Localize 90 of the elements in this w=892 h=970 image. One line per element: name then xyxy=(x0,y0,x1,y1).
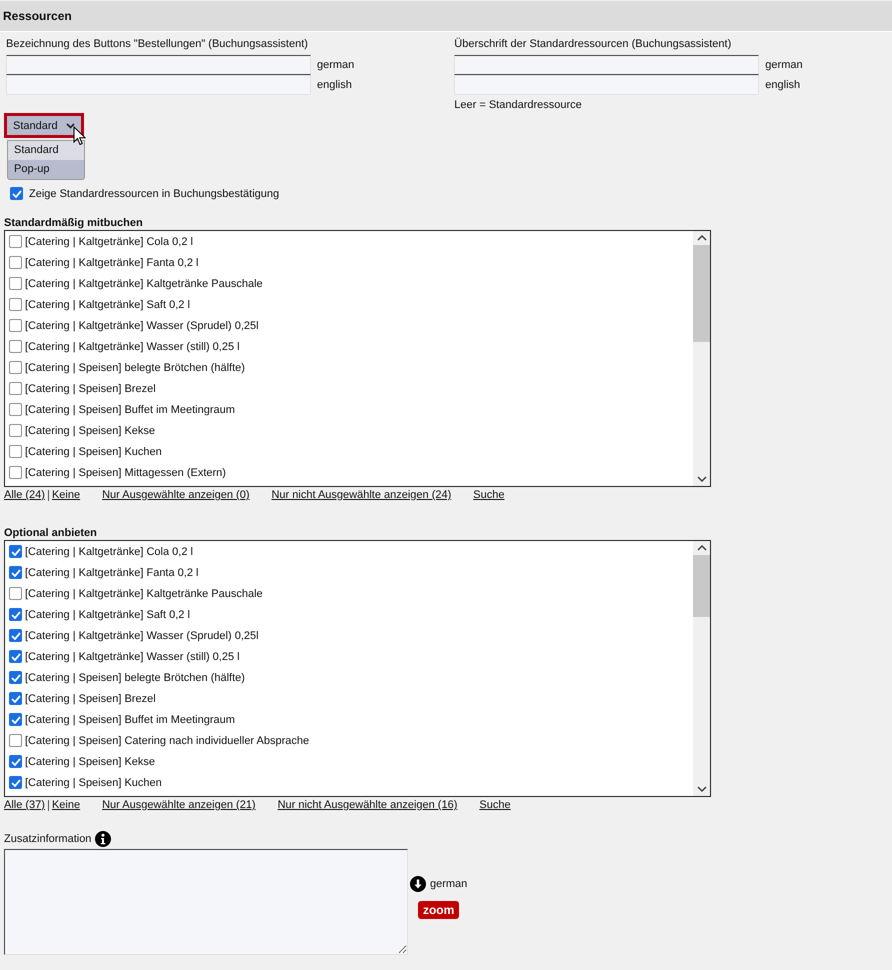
item-label: [Catering | Kaltgetränke] Saft 0,2 l xyxy=(25,608,190,620)
scroll-down-icon[interactable] xyxy=(696,786,706,792)
scroll-up-icon[interactable] xyxy=(696,235,706,241)
text-field[interactable] xyxy=(6,55,311,75)
arrow-down-icon[interactable] xyxy=(410,876,426,892)
scrollbar-thumb[interactable] xyxy=(693,555,710,617)
checkbox[interactable] xyxy=(9,319,22,332)
language-label: german xyxy=(765,59,803,71)
select-none-link[interactable]: Keine xyxy=(52,799,80,811)
scroll-down-icon[interactable] xyxy=(696,476,706,482)
checkbox[interactable] xyxy=(9,608,22,621)
checkbox[interactable] xyxy=(9,629,22,642)
item-label: [Catering | Kaltgetränke] Kaltgetränke Pauschale xyxy=(25,588,263,600)
item-label: [Catering | Speisen] Buffet im Meetingraum xyxy=(25,714,235,726)
item-label: [Catering | Speisen] belegte Brötchen (hälfte) xyxy=(25,362,245,374)
checkbox[interactable] xyxy=(9,445,22,458)
checkbox[interactable] xyxy=(9,424,22,437)
show-unselected-link[interactable]: Nur nicht Ausgewählte anzeigen (24) xyxy=(271,489,452,501)
search-link[interactable]: Suche xyxy=(473,489,504,501)
item-label: [Catering | Speisen] belegte Brötchen (hälfte) xyxy=(25,672,245,684)
item-label: [Catering | Kaltgetränke] Wasser (Sprudel) 0,25l xyxy=(25,320,259,332)
checkbox[interactable] xyxy=(9,671,22,684)
display-dropdown[interactable]: Standard xyxy=(4,113,84,138)
item-label: [Catering | Kaltgetränke] Wasser (Sprudel) 0,25l xyxy=(25,630,259,642)
checkbox[interactable] xyxy=(9,382,22,395)
item-label: [Catering | Kaltgetränke] Saft 0,2 l xyxy=(25,298,190,310)
field-label: Überschrift der Standardressourcen (Buchungsassistent) xyxy=(454,37,732,51)
checkbox[interactable] xyxy=(9,235,22,248)
checkbox[interactable] xyxy=(9,545,22,558)
checkbox[interactable] xyxy=(9,587,22,600)
hint-text: Leer = Standardressource xyxy=(454,99,583,111)
checkbox-label: Zeige Standardressourcen in Buchungsbestätigung xyxy=(29,188,280,200)
language-label: german xyxy=(430,878,468,890)
show-selected-link[interactable]: Nur Ausgewählte anzeigen (0) xyxy=(102,489,250,501)
checkbox[interactable] xyxy=(9,755,22,768)
zoom-button[interactable]: zoom xyxy=(418,900,460,918)
scrollbar[interactable] xyxy=(693,541,710,796)
show-selected-link[interactable]: Nur Ausgewählte anzeigen (21) xyxy=(102,799,256,811)
item-label: [Catering | Speisen] Kuchen xyxy=(25,776,162,788)
checkbox[interactable] xyxy=(9,256,22,269)
select-all-link[interactable]: Alle (37) xyxy=(4,799,45,811)
select-none-link[interactable]: Keine xyxy=(52,489,80,501)
checkbox[interactable] xyxy=(9,361,22,374)
item-label: [Catering | Speisen] Mittagessen (Extern) xyxy=(25,466,226,478)
item-label: [Catering | Kaltgetränke] Wasser (still) 0,25 l xyxy=(25,340,240,352)
item-label: [Catering | Speisen] Catering nach individueller Absprache xyxy=(25,734,310,746)
checkbox[interactable] xyxy=(10,187,23,200)
checkbox[interactable] xyxy=(9,466,22,479)
dropdown-option[interactable]: Standard xyxy=(8,141,84,160)
item-label: [Catering | Speisen] Brezel xyxy=(25,382,156,394)
checkbox[interactable] xyxy=(9,776,22,789)
scrollbar[interactable] xyxy=(693,231,710,486)
item-label: [Catering | Kaltgetränke] Cola 0,2 l xyxy=(25,546,193,558)
item-label: [Catering | Speisen] Kekse xyxy=(25,424,156,436)
checkbox[interactable] xyxy=(9,734,22,747)
field-label: Bezeichnung des Buttons "Bestellungen" (Buchungsassistent) xyxy=(6,37,309,51)
checkbox[interactable] xyxy=(9,650,22,663)
search-link[interactable]: Suche xyxy=(479,799,511,811)
item-label: [Catering | Kaltgetränke] Wasser (still) 0,25 l xyxy=(25,650,240,662)
section-title: Ressourcen xyxy=(3,9,72,23)
scrollbar-thumb[interactable] xyxy=(693,245,710,342)
language-label: english xyxy=(765,79,800,91)
item-label: [Catering | Speisen] Kuchen xyxy=(25,446,162,458)
caret-icon xyxy=(66,122,75,128)
checkbox[interactable] xyxy=(9,566,22,579)
language-label: english xyxy=(317,79,352,91)
text-field[interactable] xyxy=(454,55,760,75)
checkbox[interactable] xyxy=(9,298,22,311)
dropdown-option[interactable]: Pop-up xyxy=(8,160,84,179)
checkbox[interactable] xyxy=(9,713,22,726)
field-label: Zusatzinformation xyxy=(4,833,92,845)
item-label: [Catering | Kaltgetränke] Kaltgetränke Pauschale xyxy=(25,278,263,290)
mouse-pointer-icon xyxy=(73,126,86,146)
scroll-up-icon[interactable] xyxy=(696,545,706,551)
list-title: Optional anbieten xyxy=(4,527,98,540)
checkbox[interactable] xyxy=(9,340,22,353)
info-icon[interactable] xyxy=(95,831,112,847)
checkbox[interactable] xyxy=(9,277,22,290)
item-label: [Catering | Speisen] Buffet im Meetingraum xyxy=(25,404,235,416)
item-label: [Catering | Kaltgetränke] Cola 0,2 l xyxy=(25,236,193,248)
list-title: Standardmäßig mitbuchen xyxy=(4,217,144,230)
item-label: [Catering | Speisen] Brezel xyxy=(25,692,156,704)
language-label: german xyxy=(317,59,354,71)
item-label: [Catering | Speisen] Kekse xyxy=(25,756,156,768)
checkbox[interactable] xyxy=(9,692,22,705)
item-label: [Catering | Kaltgetränke] Fanta 0,2 l xyxy=(25,256,198,268)
show-unselected-link[interactable]: Nur nicht Ausgewählte anzeigen (16) xyxy=(278,799,458,811)
item-label: [Catering | Kaltgetränke] Fanta 0,2 l xyxy=(25,566,198,578)
select-all-link[interactable]: Alle (24) xyxy=(4,489,45,501)
checkbox[interactable] xyxy=(9,403,22,416)
